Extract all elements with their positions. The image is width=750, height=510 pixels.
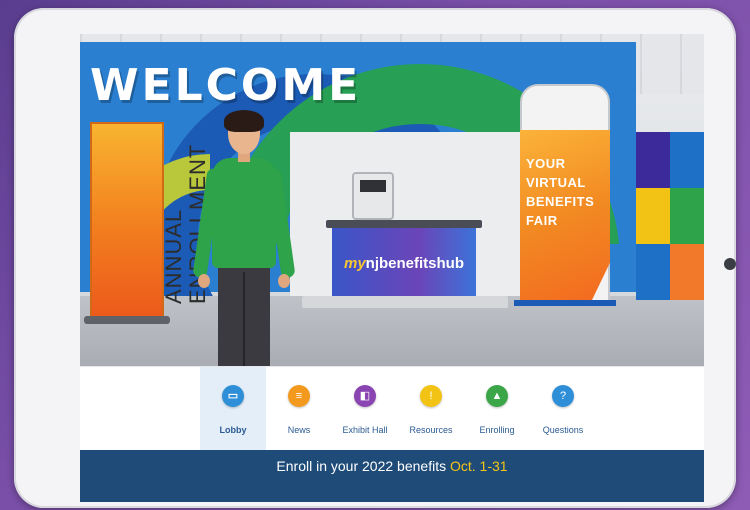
news-icon: ≡ <box>288 385 310 407</box>
kiosk-monitor[interactable] <box>352 172 394 220</box>
footer-date: Oct. 1-31 <box>449 458 508 474</box>
mynjbenefitshub-logo: mynjbenefitshub <box>344 255 464 272</box>
desk-platform <box>302 296 508 308</box>
annual-enrollment-banner[interactable] <box>90 122 164 318</box>
main-navigation: ▭ Lobby ≡ News ◧ Exhibit Hall ! Resource… <box>80 366 704 451</box>
banner-stand <box>84 316 170 324</box>
desk-top <box>326 220 482 228</box>
footer-text: Enroll in your 2022 benefits <box>276 458 450 474</box>
panel-green <box>670 188 704 244</box>
enrolling-icon: ▲ <box>486 385 508 407</box>
panel-blue-2 <box>636 244 670 300</box>
panel-orange <box>670 244 704 300</box>
color-panels <box>636 132 704 300</box>
nav-item-resources[interactable]: ! Resources <box>398 367 464 451</box>
nav-item-exhibit-hall[interactable]: ◧ Exhibit Hall <box>332 367 398 451</box>
exhibit-hall-icon: ◧ <box>354 385 376 407</box>
panel-purple <box>636 132 670 188</box>
panel-blue <box>670 132 704 188</box>
nav-item-news[interactable]: ≡ News <box>266 367 332 451</box>
tablet-frame: WELCOME ANNUAL ENROLLMENT mynjbenefitshu… <box>14 8 736 508</box>
avatar-hand-right <box>278 274 290 288</box>
nav-label-news: News <box>287 425 311 435</box>
panel-yellow <box>636 188 670 244</box>
lobby-icon: ▭ <box>222 385 244 407</box>
logo-my: my <box>343 254 366 272</box>
avatar-hair <box>224 110 264 132</box>
virtual-benefits-fair-text: YOUR VIRTUAL BENEFITS FAIR <box>526 156 595 228</box>
nav-label-exhibit-hall: Exhibit Hall <box>342 425 388 435</box>
nav-label-enrolling: Enrolling <box>479 425 515 435</box>
resources-icon: ! <box>420 385 442 407</box>
nav-label-resources: Resources <box>409 425 453 435</box>
virtual-lobby-scene: WELCOME ANNUAL ENROLLMENT mynjbenefitshu… <box>80 34 704 366</box>
nav-item-questions[interactable]: ? Questions <box>530 367 596 451</box>
nav-item-lobby[interactable]: ▭ Lobby <box>200 367 266 451</box>
host-avatar[interactable] <box>192 110 296 366</box>
questions-icon: ? <box>552 385 574 407</box>
nav-label-lobby: Lobby <box>219 425 247 435</box>
tablet-camera <box>724 258 736 270</box>
enrollment-footer-banner: Enroll in your 2022 benefits Oct. 1-31 <box>80 450 704 502</box>
app-screen: WELCOME ANNUAL ENROLLMENT mynjbenefitshu… <box>80 34 704 502</box>
avatar-legs <box>218 264 270 366</box>
tower-base <box>514 300 616 306</box>
nav-item-enrolling[interactable]: ▲ Enrolling <box>464 367 530 451</box>
info-desk[interactable]: mynjbenefitshub <box>332 228 476 298</box>
logo-rest: njbenefitshub <box>365 254 464 272</box>
nav-label-questions: Questions <box>542 425 584 435</box>
avatar-torso <box>212 158 276 268</box>
welcome-sign: WELCOME <box>90 60 362 111</box>
avatar-hand-left <box>198 274 210 288</box>
